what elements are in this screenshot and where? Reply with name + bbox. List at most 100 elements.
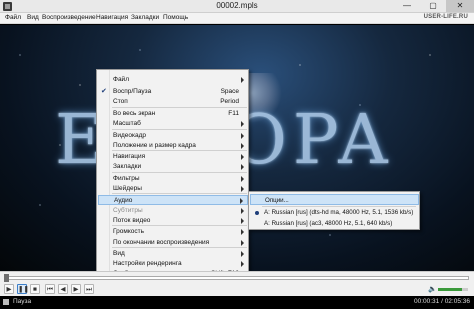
shortcut-label: F11 bbox=[228, 110, 239, 117]
audio-submenu-item[interactable]: Опции... bbox=[250, 194, 419, 205]
context-menu-item-label: По окончании воспроизведения bbox=[113, 239, 210, 246]
pause-button[interactable]: ❚❚ bbox=[17, 284, 29, 294]
context-menu-item[interactable]: Стоп Period bbox=[98, 97, 248, 107]
submenu-arrow-icon bbox=[241, 154, 244, 160]
context-menu-item-label: Во весь экран bbox=[113, 110, 156, 117]
maximize-button[interactable]: ▢ bbox=[420, 0, 446, 12]
submenu-arrow-icon bbox=[241, 164, 244, 170]
frame-forward-button[interactable]: ▶ bbox=[71, 284, 81, 294]
menu-separator bbox=[112, 193, 247, 194]
seek-bar[interactable] bbox=[4, 274, 469, 282]
context-menu-item[interactable]: Аудио bbox=[98, 195, 248, 205]
menu-bar: Файл Вид Воспроизведение Навигация Закла… bbox=[0, 13, 474, 24]
frame-back-button[interactable]: ◀ bbox=[58, 284, 68, 294]
volume-control[interactable]: 🔈 bbox=[428, 285, 468, 293]
context-menu-item[interactable]: Масштаб bbox=[98, 119, 248, 129]
menu-separator bbox=[112, 247, 247, 248]
play-button[interactable]: ▶ bbox=[4, 284, 14, 294]
context-menu-item-label: Шейдеры bbox=[113, 185, 142, 192]
submenu-arrow-icon bbox=[241, 229, 244, 235]
play-icon: ▶ bbox=[6, 286, 12, 293]
context-menu-item[interactable]: Во весь экран F11 bbox=[98, 109, 248, 119]
context-menu-item[interactable]: ✔ Воспр/Пауза Space bbox=[98, 87, 248, 97]
audio-submenu-item[interactable]: A: Russian [rus] (dts-hd ma, 48000 Hz, 5… bbox=[250, 207, 419, 218]
context-menu-item[interactable]: Файл bbox=[98, 75, 248, 85]
stop-icon: ■ bbox=[33, 286, 37, 293]
context-menu-item-label: Поток видео bbox=[113, 217, 151, 224]
submenu-arrow-icon bbox=[241, 133, 244, 139]
radio-selected-icon bbox=[255, 211, 259, 215]
playback-time: 00:00:31 / 02:05:36 bbox=[413, 298, 470, 305]
context-menu-item-label: Стоп bbox=[113, 98, 128, 105]
submenu-arrow-icon bbox=[241, 121, 244, 127]
submenu-arrow-icon bbox=[241, 176, 244, 182]
menu-separator bbox=[112, 150, 247, 151]
frame-forward-icon: ▶ bbox=[73, 286, 79, 293]
context-menu-item-label: Субтитры bbox=[113, 207, 143, 214]
submenu-arrow-icon bbox=[241, 208, 244, 214]
status-bar: Пауза 00:00:31 / 02:05:36 bbox=[0, 296, 474, 309]
audio-submenu-item-label: A: Russian [rus] (dts-hd ma, 48000 Hz, 5… bbox=[264, 209, 414, 216]
context-menu-item-label: Громкость bbox=[113, 228, 144, 235]
menu-separator bbox=[112, 107, 247, 108]
watermark-text: USER-LIFE.RU bbox=[423, 14, 468, 20]
previous-button[interactable]: ⏮ bbox=[45, 284, 55, 294]
menu-playback[interactable]: Воспроизведение bbox=[42, 14, 96, 21]
context-menu-item-label: Воспр/Пауза bbox=[113, 88, 152, 95]
context-menu-item-label: Видеокадр bbox=[113, 132, 146, 139]
audio-submenu-item-label: A: Russian [rus] (ac3, 48000 Hz, 5.1, 64… bbox=[264, 220, 393, 227]
stop-button[interactable]: ■ bbox=[30, 284, 40, 294]
title-bar: 00002.mpls — ▢ ✕ bbox=[0, 0, 474, 13]
context-menu-item-label: Аудио bbox=[114, 197, 133, 204]
next-icon: ⏭ bbox=[86, 286, 92, 293]
menu-separator bbox=[112, 172, 247, 173]
context-menu-item[interactable]: Фильтры bbox=[98, 174, 248, 184]
context-menu-item[interactable]: Громкость bbox=[98, 227, 248, 237]
status-icon bbox=[3, 299, 9, 305]
submenu-arrow-icon bbox=[241, 143, 244, 149]
menu-separator bbox=[262, 206, 416, 207]
audio-submenu: Опции... A: Russian [rus] (dts-hd ma, 480… bbox=[248, 191, 420, 230]
context-menu-item: Субтитры bbox=[98, 206, 248, 216]
context-menu-item[interactable]: Вид bbox=[98, 249, 248, 259]
close-button[interactable]: ✕ bbox=[446, 0, 474, 12]
previous-icon: ⏮ bbox=[47, 286, 53, 293]
submenu-arrow-icon bbox=[241, 240, 244, 246]
context-menu-item-label: Положение и размер кадра bbox=[113, 142, 196, 149]
context-menu-item-label: Навигация bbox=[113, 153, 146, 160]
frame-back-icon: ◀ bbox=[60, 286, 66, 293]
submenu-arrow-icon bbox=[241, 251, 244, 257]
audio-submenu-item[interactable]: A: Russian [rus] (ac3, 48000 Hz, 5.1, 64… bbox=[250, 218, 419, 229]
volume-slider[interactable] bbox=[438, 288, 468, 291]
minimize-button[interactable]: — bbox=[394, 0, 420, 12]
menu-bookmarks[interactable]: Закладки bbox=[131, 14, 159, 21]
audio-submenu-item-label: Опции... bbox=[265, 197, 289, 204]
shortcut-label: Period bbox=[220, 98, 239, 105]
menu-view[interactable]: Вид bbox=[27, 14, 39, 21]
submenu-arrow-icon bbox=[241, 218, 244, 224]
submenu-arrow-icon bbox=[241, 77, 244, 83]
submenu-arrow-icon bbox=[241, 261, 244, 267]
context-menu-item-label: Настройки рендеринга bbox=[113, 260, 182, 267]
menu-navigation[interactable]: Навигация bbox=[96, 14, 128, 21]
menu-separator bbox=[112, 129, 247, 130]
context-menu-item[interactable]: Настройки рендеринга bbox=[98, 259, 248, 269]
context-menu-item[interactable]: Закладки bbox=[98, 162, 248, 172]
menu-help[interactable]: Помощь bbox=[163, 14, 188, 21]
context-menu-item-label: Масштаб bbox=[113, 120, 141, 127]
submenu-arrow-icon bbox=[241, 186, 244, 192]
context-menu-item-label: Закладки bbox=[113, 163, 142, 170]
playback-state: Пауза bbox=[13, 298, 32, 305]
menu-file[interactable]: Файл bbox=[5, 14, 21, 21]
pause-icon: ❚❚ bbox=[18, 286, 29, 293]
volume-level bbox=[438, 288, 462, 291]
context-menu-item-label: Вид bbox=[113, 250, 125, 257]
context-menu-item[interactable]: Видеокадр bbox=[98, 131, 248, 141]
context-menu-item-label: Фильтры bbox=[113, 175, 140, 182]
seek-thumb[interactable] bbox=[4, 274, 9, 282]
speaker-icon[interactable]: 🔈 bbox=[428, 285, 437, 293]
next-button[interactable]: ⏭ bbox=[84, 284, 94, 294]
context-menu-item[interactable]: Навигация bbox=[98, 152, 248, 162]
menu-separator bbox=[112, 225, 247, 226]
context-menu: Файл ✔ Воспр/Пауза Space Стоп Period Во весь э… bbox=[96, 69, 249, 299]
